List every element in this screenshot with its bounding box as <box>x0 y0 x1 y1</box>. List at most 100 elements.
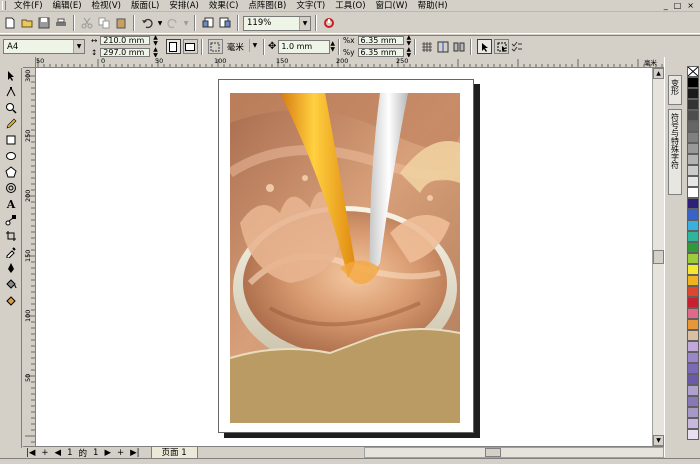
restore-button[interactable]: □ <box>674 1 682 10</box>
ellipse-tool[interactable] <box>1 148 21 164</box>
menu-tools[interactable]: 工具(O) <box>330 0 370 12</box>
minimize-button[interactable]: _ <box>664 1 668 10</box>
pick-tool[interactable] <box>1 68 21 84</box>
zoom-level-combo[interactable]: 119% ▼ <box>243 15 311 31</box>
color-swatch[interactable] <box>686 319 699 330</box>
copy-button[interactable] <box>96 15 112 31</box>
color-swatch[interactable] <box>686 77 699 88</box>
color-swatch[interactable] <box>686 110 699 121</box>
rectangle-tool[interactable] <box>1 132 21 148</box>
snap-to-guidelines-button[interactable] <box>435 39 451 55</box>
print-button[interactable] <box>53 15 69 31</box>
text-tool[interactable]: A <box>1 196 21 212</box>
menu-view[interactable]: 检视(V) <box>87 0 126 12</box>
dup-x-spinner[interactable]: ▲ ▼ <box>407 34 412 47</box>
horizontal-scroll-thumb[interactable] <box>485 448 501 457</box>
color-swatch[interactable] <box>686 396 699 407</box>
freehand-tool[interactable] <box>1 116 21 132</box>
next-page-button[interactable]: ▶ <box>101 448 114 458</box>
color-swatch[interactable] <box>686 165 699 176</box>
width-spinner[interactable]: ▲ ▼ <box>153 34 158 47</box>
docker-tab-transform[interactable]: 变形 <box>668 75 682 105</box>
color-swatch[interactable] <box>686 429 699 440</box>
redo-dropdown[interactable]: ▼ <box>182 15 190 31</box>
menu-bitmaps[interactable]: 点阵图(B) <box>243 0 291 12</box>
menu-text[interactable]: 文字(T) <box>291 0 330 12</box>
color-swatch[interactable] <box>686 99 699 110</box>
import-button[interactable] <box>200 15 216 31</box>
color-swatch[interactable] <box>686 308 699 319</box>
scroll-down-arrow[interactable]: ▼ <box>653 435 664 446</box>
color-swatch[interactable] <box>686 88 699 99</box>
color-swatch[interactable] <box>686 330 699 341</box>
duplicate-y-field[interactable]: 6.35 mm <box>357 48 404 57</box>
snap-to-grid-button[interactable] <box>419 39 435 55</box>
menu-window[interactable]: 窗口(W) <box>371 0 413 12</box>
color-swatch[interactable] <box>686 275 699 286</box>
last-page-button[interactable]: ▶| <box>127 448 142 458</box>
snap-to-objects-button[interactable] <box>451 39 467 55</box>
vertical-scroll-thumb[interactable] <box>653 250 664 264</box>
treat-as-filled-button[interactable] <box>477 39 493 54</box>
color-swatch[interactable] <box>686 176 699 187</box>
prev-page-button[interactable]: ◀ <box>52 448 65 458</box>
application-launcher-button[interactable] <box>321 15 337 31</box>
color-swatch[interactable] <box>686 407 699 418</box>
shape-tool[interactable] <box>1 84 21 100</box>
color-swatch[interactable] <box>686 242 699 253</box>
polygon-tool[interactable] <box>1 164 21 180</box>
no-color-swatch[interactable] <box>686 66 699 77</box>
color-swatch[interactable] <box>686 209 699 220</box>
duplicate-x-field[interactable]: 6.35 mm <box>357 36 404 45</box>
open-button[interactable] <box>19 15 35 31</box>
menu-grip[interactable] <box>2 1 6 10</box>
save-button[interactable] <box>36 15 52 31</box>
color-swatch[interactable] <box>686 187 699 198</box>
edit-across-layers-button[interactable] <box>494 39 510 54</box>
units-dropdown[interactable]: ▼ <box>248 39 260 54</box>
chevron-down-icon[interactable]: ▼ <box>248 39 260 52</box>
paste-button[interactable] <box>113 15 129 31</box>
chevron-down-icon[interactable]: ▼ <box>299 16 310 30</box>
menu-file[interactable]: 文件(F) <box>9 0 48 12</box>
drawing-units-icon-button[interactable] <box>207 39 223 54</box>
redo-button[interactable] <box>165 15 181 31</box>
paper-height-field[interactable]: 297.0 mm <box>100 48 151 57</box>
ruler-origin[interactable] <box>23 57 36 68</box>
color-swatch[interactable] <box>686 297 699 308</box>
docker-tab-symbols[interactable]: 符号与特殊字符 <box>668 109 682 195</box>
paper-width-field[interactable]: 210.0 mm <box>100 36 151 45</box>
paper-type-combo[interactable]: A4 ▼ <box>3 39 85 54</box>
interactive-blend-tool[interactable] <box>1 212 21 228</box>
menu-arrange[interactable]: 安排(A) <box>164 0 203 12</box>
color-swatch[interactable] <box>686 385 699 396</box>
nudge-distance-field[interactable]: 1.0 mm <box>278 39 331 54</box>
color-swatch[interactable] <box>686 253 699 264</box>
new-file-button[interactable] <box>2 15 18 31</box>
menu-layout[interactable]: 版面(L) <box>126 0 164 12</box>
add-page-after-button[interactable]: + <box>114 448 127 458</box>
color-swatch[interactable] <box>686 132 699 143</box>
zoom-tool[interactable] <box>1 100 21 116</box>
add-page-before-button[interactable]: + <box>38 448 51 458</box>
undo-dropdown[interactable]: ▼ <box>156 15 164 31</box>
first-page-button[interactable]: |◀ <box>23 448 38 458</box>
horizontal-scrollbar[interactable] <box>364 447 664 458</box>
color-swatch[interactable] <box>686 198 699 209</box>
drawing-canvas[interactable] <box>36 68 652 446</box>
color-swatch[interactable] <box>686 121 699 132</box>
chevron-down-icon[interactable]: ▼ <box>73 40 84 53</box>
scroll-up-arrow[interactable]: ▲ <box>653 68 664 79</box>
portrait-button[interactable] <box>165 39 181 54</box>
page-tab[interactable]: 页面 1 <box>150 446 198 459</box>
eyedropper-tool[interactable] <box>1 244 21 260</box>
vertical-scrollbar[interactable]: ▲ ▼ <box>652 68 664 446</box>
color-swatch[interactable] <box>686 143 699 154</box>
menu-help[interactable]: 帮助(H) <box>413 0 453 12</box>
menu-effects[interactable]: 效果(C) <box>204 0 244 12</box>
milk-tea-artwork[interactable] <box>230 93 460 423</box>
color-swatch[interactable] <box>686 363 699 374</box>
document-page[interactable] <box>218 79 474 433</box>
color-swatch[interactable] <box>686 286 699 297</box>
nudge-spinner[interactable]: ▲ ▼ <box>330 40 335 53</box>
